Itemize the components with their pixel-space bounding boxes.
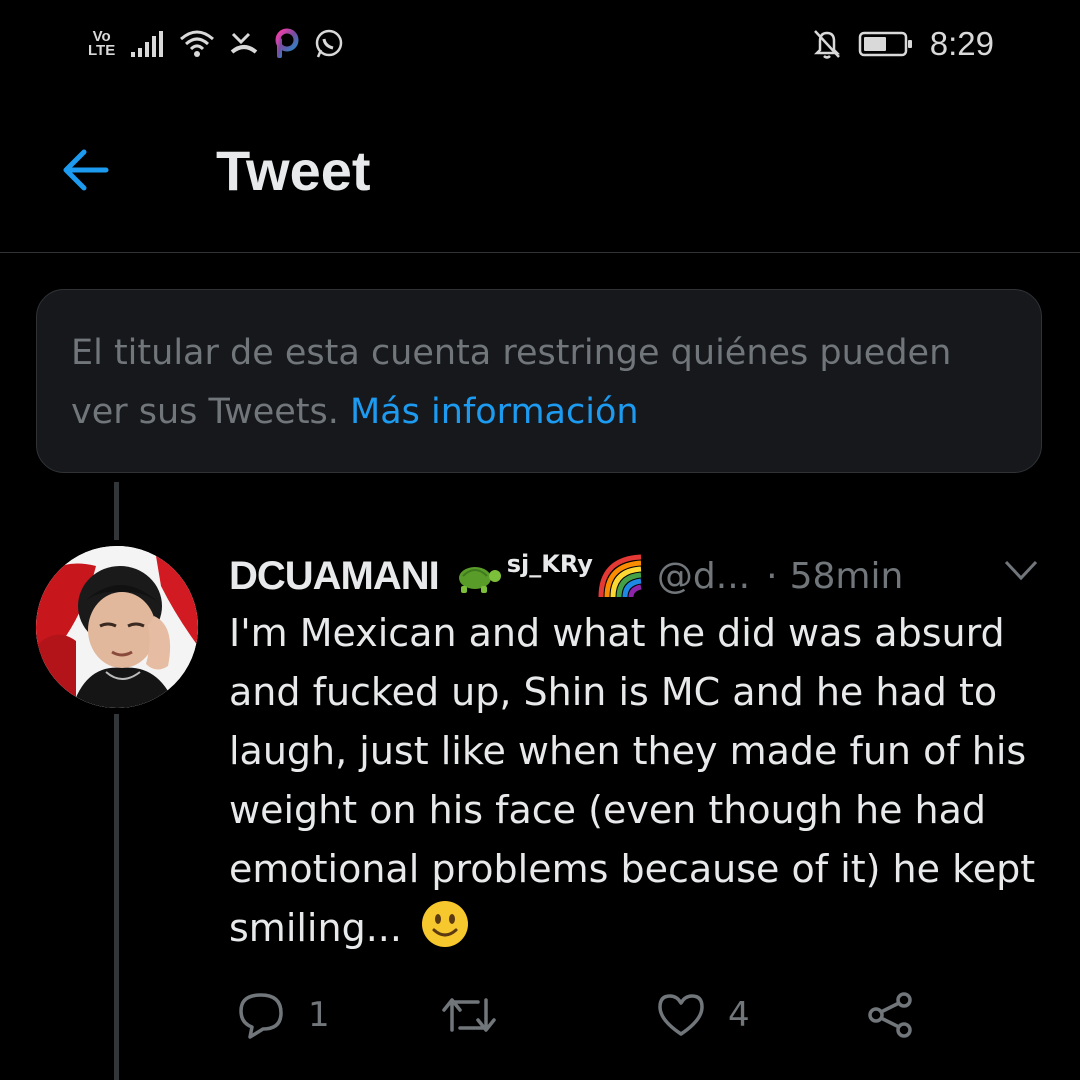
more-info-link[interactable]: Más información (350, 392, 639, 432)
reply-action[interactable]: 1 (236, 990, 330, 1040)
header-divider (0, 252, 1080, 253)
like-count: 4 (728, 995, 750, 1035)
tweet-header: DCUAMANI sj_KRy @d... · 58min (229, 546, 903, 606)
signal-bars-icon (131, 31, 164, 57)
rainbow-emoji (598, 554, 642, 598)
tweet-body: I'm Mexican and what he did was absurd a… (229, 604, 1049, 958)
picsart-icon (275, 28, 299, 58)
author-handle[interactable]: @d... (657, 556, 750, 597)
heart-icon (658, 994, 704, 1036)
notifications-off-icon (813, 30, 840, 59)
share-icon (868, 992, 912, 1038)
status-clock: 8:29 (929, 25, 994, 62)
volte-indicator: Vo LTE (88, 28, 116, 59)
share-action[interactable] (866, 990, 916, 1040)
tweet-time[interactable]: 58min (790, 556, 904, 597)
retweet-action[interactable] (440, 990, 520, 1040)
reply-icon (239, 993, 283, 1039)
retweet-icon (442, 998, 496, 1032)
reply-count: 1 (308, 995, 330, 1035)
status-bar-left: Vo LTE (88, 20, 345, 68)
restricted-account-notice: El titular de esta cuenta restringe quié… (36, 289, 1042, 473)
page-title: Tweet (216, 139, 371, 202)
tweet-text: I'm Mexican and what he did was absurd a… (229, 611, 1036, 950)
smiling-face-emoji (422, 901, 469, 947)
thread-line-bottom (114, 714, 119, 1080)
status-bar-right: 8:29 (812, 20, 994, 68)
wifi-icon (180, 30, 215, 57)
turtle-emoji (458, 567, 501, 593)
separator-dot: · (766, 555, 778, 597)
whatsapp-icon (315, 29, 343, 58)
thread-line-top (114, 482, 119, 540)
like-action[interactable]: 4 (656, 990, 750, 1040)
avatar[interactable] (36, 546, 198, 708)
missed-call-icon (230, 32, 258, 54)
battery-icon (858, 31, 912, 57)
chevron-down-icon[interactable] (1002, 556, 1040, 586)
author-name[interactable]: DCUAMANI (229, 554, 440, 599)
avatar-image (36, 546, 198, 708)
arrow-left-icon[interactable] (56, 140, 116, 200)
author-name-suffix: sj_KRy (506, 550, 593, 578)
